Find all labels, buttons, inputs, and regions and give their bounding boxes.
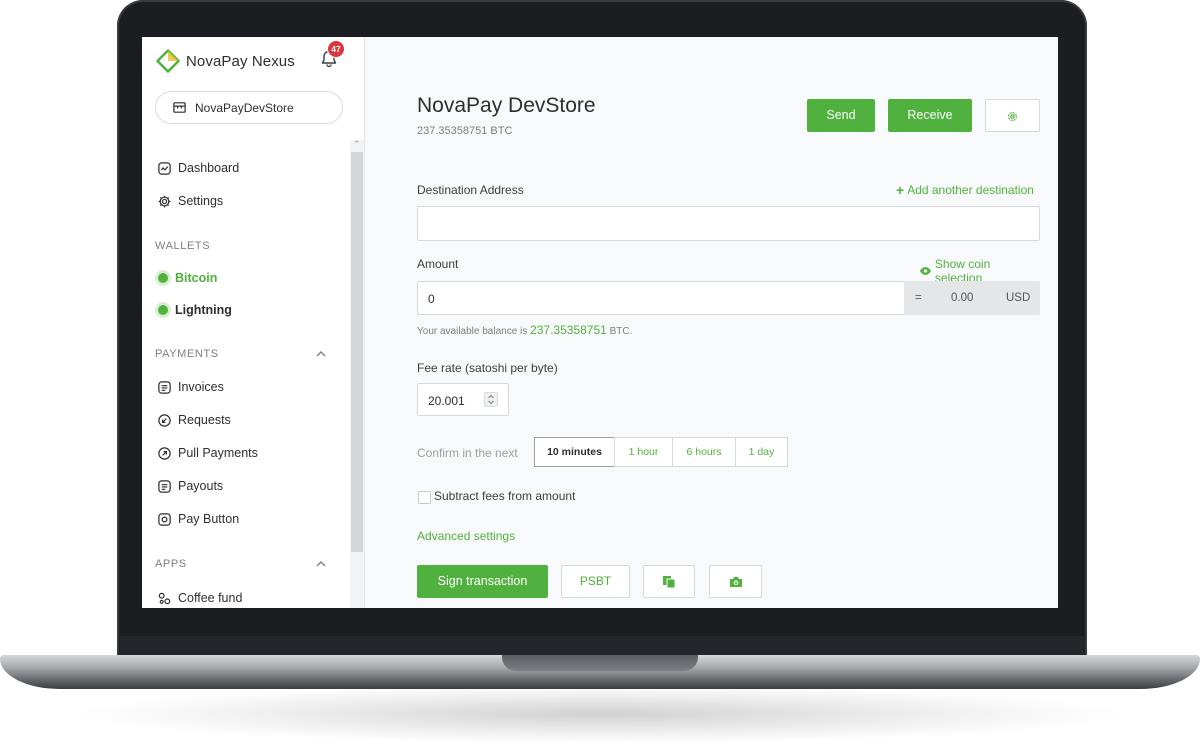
dashboard-icon — [158, 161, 171, 175]
main-content: NovaPay DevStore 237.35358751 BTC Send R… — [417, 37, 1040, 608]
receive-button[interactable]: Receive — [888, 99, 972, 132]
store-icon — [173, 102, 186, 113]
subtract-fees-label: Subtract fees from amount — [434, 489, 576, 503]
gear-icon — [1007, 111, 1018, 122]
wallets-heading: WALLETS — [155, 240, 211, 252]
add-destination-label: Add another destination — [907, 183, 1034, 197]
laptop-shadow — [70, 684, 1130, 744]
sidebar-scroll-thumb[interactable] — [351, 152, 363, 552]
notification-count-badge: 47 — [328, 41, 344, 57]
confirm-option-6-hours[interactable]: 6 hours — [672, 437, 736, 467]
store-selector[interactable]: NovaPayDevStore — [155, 91, 343, 124]
destination-address-input[interactable] — [417, 206, 1040, 241]
confirm-option-1-hour[interactable]: 1 hour — [614, 437, 673, 467]
advanced-settings-link[interactable]: Advanced settings — [417, 529, 515, 543]
sidebar-item-pay-button[interactable]: Pay Button — [157, 509, 239, 529]
gear-icon — [158, 195, 171, 207]
sidebar: NovaPay Nexus 47 NovaPayDevStore ⌃ Dashb… — [142, 37, 365, 608]
copy-icon — [663, 576, 676, 589]
sign-transaction-button[interactable]: Sign transaction — [417, 565, 548, 598]
wallet-status-dot — [158, 273, 168, 283]
sidebar-item-bitcoin[interactable]: Bitcoin — [158, 268, 217, 288]
store-selector-label: NovaPayDevStore — [195, 100, 294, 115]
copy-button[interactable] — [643, 565, 695, 598]
available-balance-suffix: BTC. — [609, 326, 633, 337]
wallet-settings-button[interactable] — [985, 99, 1040, 132]
sidebar-item-dashboard[interactable]: Dashboard — [157, 158, 239, 178]
sidebar-item-lightning[interactable]: Lightning — [158, 300, 232, 320]
sidebar-item-label: Lightning — [175, 303, 232, 317]
subtract-fees-checkbox[interactable] — [418, 491, 431, 504]
destination-address-label: Destination Address — [417, 183, 524, 197]
pull-payment-icon — [158, 446, 171, 460]
fee-rate-value: 20.001 — [428, 394, 465, 408]
psbt-button[interactable]: PSBT — [561, 565, 630, 598]
fee-rate-input[interactable]: 20.001 — [417, 383, 509, 416]
sidebar-item-label: Payouts — [178, 479, 224, 493]
camera-icon — [729, 577, 742, 587]
chevron-up-icon[interactable] — [315, 558, 327, 570]
sidebar-item-label: Invoices — [178, 380, 224, 394]
wallet-balance: 237.35358751 BTC — [417, 125, 513, 137]
send-button[interactable]: Send — [807, 99, 875, 132]
chevron-up-icon[interactable] — [315, 348, 327, 360]
apps-heading: APPS — [155, 558, 187, 570]
fiat-equals: = — [915, 292, 922, 304]
eye-icon — [919, 267, 931, 275]
laptop-notch — [502, 655, 698, 671]
sidebar-item-invoices[interactable]: Invoices — [157, 377, 224, 397]
camera-button[interactable] — [709, 565, 762, 598]
amount-value: 0 — [428, 292, 435, 306]
payout-icon — [158, 479, 171, 493]
app-screen: NovaPay Nexus 47 NovaPayDevStore ⌃ Dashb… — [142, 37, 1058, 608]
sidebar-item-coffee-fund[interactable]: Coffee fund — [157, 588, 242, 608]
fee-rate-label: Fee rate (satoshi per byte) — [417, 361, 558, 375]
amount-label: Amount — [417, 257, 459, 271]
sidebar-item-label: Coffee fund — [178, 591, 243, 605]
sidebar-item-label: Dashboard — [178, 161, 240, 175]
add-destination-link[interactable]: + Add another destination — [896, 183, 1034, 197]
available-balance-hint: Your available balance is 237.35358751 B… — [417, 323, 632, 337]
sidebar-item-payouts[interactable]: Payouts — [157, 476, 223, 496]
invoice-icon — [158, 380, 171, 394]
confirm-target-label: Confirm in the next — [417, 446, 518, 460]
brand-name: NovaPay Nexus — [186, 52, 295, 70]
available-balance-prefix: Your available balance is — [417, 326, 528, 337]
confirm-option-10-minutes[interactable]: 10 minutes — [534, 437, 615, 467]
sidebar-item-label: Bitcoin — [175, 271, 218, 285]
wallet-status-dot — [158, 305, 168, 315]
page-title: NovaPay DevStore — [417, 94, 596, 117]
amount-input[interactable]: 0 — [417, 281, 905, 315]
brand-logo-icon — [156, 49, 180, 73]
fiat-conversion: = 0.00 USD — [904, 281, 1040, 315]
available-balance-amount[interactable]: 237.35358751 — [530, 323, 607, 337]
stepper-icon[interactable] — [484, 392, 498, 407]
scroll-up-icon[interactable]: ⌃ — [353, 139, 361, 150]
request-icon — [158, 413, 171, 427]
pay-button-icon — [158, 512, 171, 526]
brand[interactable]: NovaPay Nexus — [156, 48, 295, 74]
payments-heading: PAYMENTS — [155, 348, 219, 360]
sidebar-item-label: Requests — [178, 413, 231, 427]
sidebar-item-label: Pull Payments — [178, 446, 258, 460]
confirm-option-1-day[interactable]: 1 day — [735, 437, 788, 467]
sidebar-item-label: Settings — [178, 194, 224, 208]
sidebar-item-requests[interactable]: Requests — [157, 410, 231, 430]
sidebar-item-settings[interactable]: Settings — [157, 191, 223, 211]
app-icon — [158, 592, 171, 604]
fiat-currency: USD — [1006, 292, 1031, 304]
fiat-value: 0.00 — [951, 292, 974, 304]
plus-icon: + — [896, 182, 905, 198]
sidebar-item-pull-payments[interactable]: Pull Payments — [157, 443, 258, 463]
sidebar-item-label: Pay Button — [178, 512, 240, 526]
